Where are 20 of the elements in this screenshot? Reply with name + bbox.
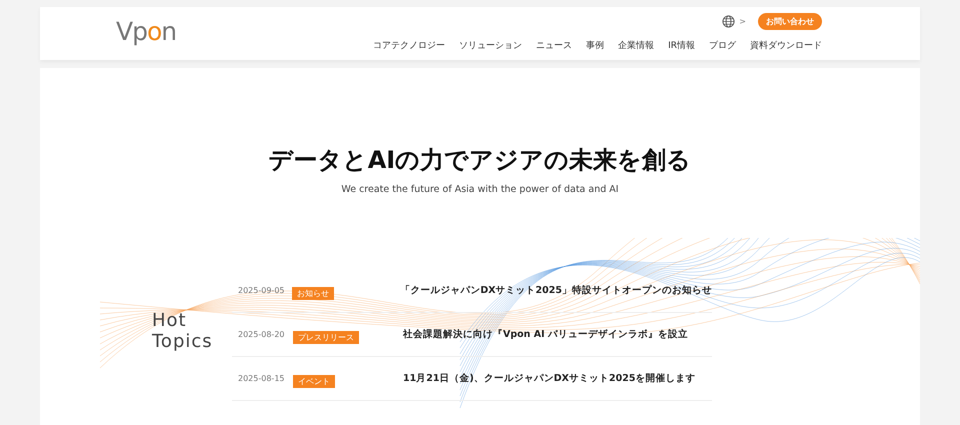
news-date: 2025-08-15 <box>238 374 286 383</box>
hero-title: データとAIの力でアジアの未来を創る <box>268 145 692 176</box>
nav-link[interactable]: 企業情報 <box>618 39 654 52</box>
globe-icon[interactable] <box>722 15 736 28</box>
news-date: 2025-09-05 <box>238 286 286 295</box>
news-link[interactable]: 社会課題解決に向け『Vpon AI バリューデザインラボ』を設立 <box>403 328 688 341</box>
news-date: 2025-08-20 <box>238 330 286 339</box>
nav-link[interactable]: 資料ダウンロード <box>750 39 822 52</box>
logo[interactable]: Vpon <box>116 17 176 47</box>
hero-subtitle: We create the future of Asia with the power of data and AI <box>340 184 620 195</box>
nav-link[interactable]: ソリューション <box>459 39 522 52</box>
news-link[interactable]: 11月21日（金)、クールジャパンDXサミット2025を開催します <box>403 372 696 385</box>
nav-link[interactable]: ブログ <box>709 39 736 52</box>
nav-link[interactable]: 事例 <box>586 39 604 52</box>
nav-link[interactable]: IR情報 <box>668 39 695 52</box>
nav-link[interactable]: コアテクノロジー <box>373 39 446 52</box>
caret-icon[interactable]: > <box>739 17 746 26</box>
section-heading: Hot Topics <box>152 311 214 354</box>
news-link[interactable]: 「クールジャパンDXサミット2025」特設サイトオープンのお知らせ <box>400 284 712 297</box>
nav-link[interactable]: ニュース <box>536 39 572 52</box>
